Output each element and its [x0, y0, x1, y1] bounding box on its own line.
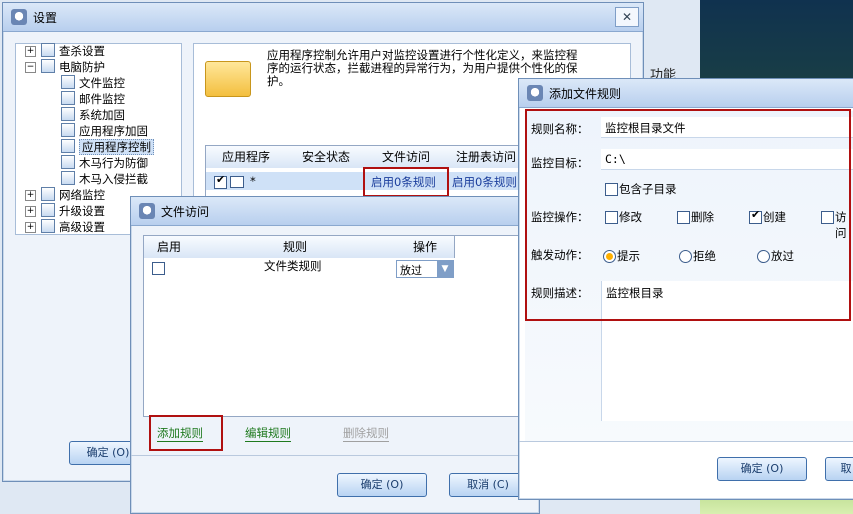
doc-icon — [61, 75, 75, 89]
chevron-down-icon: ▼ — [437, 261, 453, 277]
tree-item-label: 应用程序加固 — [79, 124, 148, 138]
tree-item-network[interactable]: 网络监控 — [41, 187, 105, 203]
tree-item-app-control[interactable]: 应用程序控制 — [61, 139, 154, 155]
highlight-box — [149, 415, 223, 451]
col-header[interactable]: 安全状态 — [286, 146, 367, 168]
tree-item-label: 网络监控 — [59, 188, 105, 202]
settings-titlebar: 设置 ✕ — [3, 3, 643, 32]
ok-button[interactable]: 确定 (O) — [717, 457, 807, 481]
doc-icon — [61, 171, 75, 185]
action-select-value: 放过 — [400, 264, 422, 277]
tree-item-mail-monitor[interactable]: 邮件监控 — [61, 91, 125, 107]
row-reg-access[interactable]: 启用0条规则 — [452, 174, 517, 190]
rule-enable-checkbox[interactable] — [152, 262, 165, 275]
col-header[interactable]: 规则 — [194, 236, 397, 258]
tree-item-label: 升级设置 — [59, 204, 105, 218]
doc-icon — [61, 91, 75, 105]
tree-item-label: 文件监控 — [79, 76, 125, 90]
update-icon — [41, 203, 55, 217]
tree-item-trojan-intrusion[interactable]: 木马入侵拦截 — [61, 171, 148, 187]
tree-item-system-harden[interactable]: 系统加固 — [61, 107, 125, 123]
file-access-window: 文件访问 启用 规则 操作 文件类规则 放过 ▼ 添加规则 编辑规则 删除规则 … — [130, 196, 540, 514]
col-header[interactable]: 操作 — [396, 236, 455, 258]
doc-icon — [61, 107, 75, 121]
col-header[interactable]: 注册表访问 — [446, 146, 527, 168]
tree-item-label: 高级设置 — [59, 220, 105, 234]
ok-button[interactable]: 确定 (O) — [337, 473, 427, 497]
edit-rule-link[interactable]: 编辑规则 — [245, 425, 291, 442]
shield-icon — [527, 85, 543, 101]
col-header[interactable]: 应用程序 — [206, 146, 287, 168]
expand-icon[interactable]: + — [25, 190, 36, 201]
shield-icon — [41, 59, 55, 73]
col-header[interactable]: 文件访问 — [366, 146, 447, 168]
action-select[interactable]: 放过 ▼ — [396, 260, 454, 278]
file-access-title: 文件访问 — [161, 205, 210, 219]
divider — [519, 441, 853, 442]
tree-item-label: 木马入侵拦截 — [79, 172, 148, 186]
tree-item-label: 木马行为防御 — [79, 156, 148, 170]
tree-item-label: 应用程序控制 — [79, 139, 154, 155]
add-rule-window: 添加文件规则 规则名称： 监控根目录文件 监控目标： C:\ 包含子目录 监控操… — [518, 78, 853, 500]
collapse-icon[interactable]: − — [25, 62, 36, 73]
shield-icon — [11, 9, 27, 25]
cancel-button[interactable]: 取 — [825, 457, 853, 481]
col-header[interactable]: 启用 — [144, 236, 195, 258]
tree-item-advanced[interactable]: 高级设置 — [41, 219, 105, 235]
rule-name: 文件类规则 — [264, 259, 322, 273]
close-button[interactable]: ✕ — [615, 7, 639, 27]
doc-icon — [61, 155, 75, 169]
scan-icon — [41, 43, 55, 57]
gear-icon — [41, 219, 55, 233]
divider — [131, 455, 539, 456]
tree-item-file-monitor[interactable]: 文件监控 — [61, 75, 125, 91]
tree-item-scan[interactable]: 查杀设置 — [41, 43, 105, 59]
doc-icon — [61, 139, 75, 153]
cancel-button[interactable]: 取消 (C) — [449, 473, 527, 497]
add-rule-titlebar: 添加文件规则 — [519, 79, 853, 108]
tree-item-label: 电脑防护 — [59, 60, 105, 74]
tree-item-app-harden[interactable]: 应用程序加固 — [61, 123, 148, 139]
tree-item-trojan-behavior[interactable]: 木马行为防御 — [61, 155, 148, 171]
tree-item-protection[interactable]: 电脑防护 — [41, 59, 105, 75]
row-checkbox[interactable]: ✔ — [214, 173, 227, 189]
highlight-box — [363, 167, 449, 197]
shield-icon — [139, 203, 155, 219]
tree-item-label: 查杀设置 — [59, 44, 105, 58]
folder-icon — [205, 61, 251, 97]
row-app: * — [250, 174, 256, 188]
tree-item-label: 邮件监控 — [79, 92, 125, 106]
file-access-titlebar: 文件访问 — [131, 197, 539, 226]
delete-rule-link[interactable]: 删除规则 — [343, 425, 389, 442]
expand-icon[interactable]: + — [25, 46, 36, 57]
rule-table: 启用 规则 操作 文件类规则 放过 ▼ — [143, 235, 525, 417]
settings-title: 设置 — [33, 11, 58, 25]
add-rule-title: 添加文件规则 — [549, 87, 622, 101]
tree-item-label: 系统加固 — [79, 108, 125, 122]
tree-item-update[interactable]: 升级设置 — [41, 203, 105, 219]
doc-icon — [61, 123, 75, 137]
app-icon — [230, 176, 244, 188]
expand-icon[interactable]: + — [25, 222, 36, 233]
highlight-box — [525, 109, 851, 321]
network-icon — [41, 187, 55, 201]
expand-icon[interactable]: + — [25, 206, 36, 217]
